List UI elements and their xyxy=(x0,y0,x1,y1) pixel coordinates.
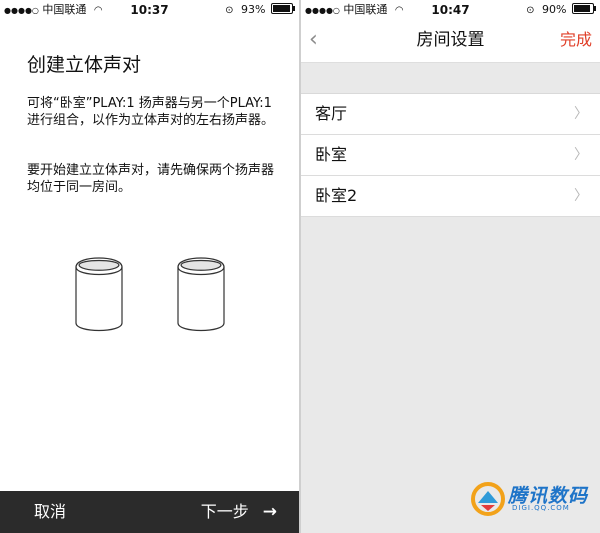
footer-bar: 取消 下一步 → xyxy=(0,491,299,533)
rotation-lock-icon: ⊙ xyxy=(225,5,234,16)
room-list: 客厅 〉 卧室 〉 卧室2 〉 xyxy=(301,93,600,217)
room-label: 卧室 xyxy=(315,145,348,164)
chevron-right-icon: 〉 xyxy=(574,147,588,163)
watermark-subtext: DIGI.QQ.COM xyxy=(512,504,570,512)
arrow-right-icon: → xyxy=(262,502,277,522)
watermark: 腾讯数码 DIGI.QQ.COM xyxy=(470,479,590,519)
battery-percent: 93% xyxy=(241,3,266,16)
page-title: 房间设置 xyxy=(416,30,485,50)
room-item-bedroom-2[interactable]: 卧室2 〉 xyxy=(301,176,600,217)
speaker-pair-illustration xyxy=(75,257,225,332)
battery-icon xyxy=(572,3,596,14)
navigation-bar: ‹ 房间设置 完成 xyxy=(301,20,600,63)
battery-icon xyxy=(271,3,295,14)
room-item-bedroom[interactable]: 卧室 〉 xyxy=(301,135,600,176)
page-title: 创建立体声对 xyxy=(27,54,142,76)
chevron-right-icon: 〉 xyxy=(574,106,588,122)
next-step-button[interactable]: 下一步 → xyxy=(201,491,277,533)
room-label: 客厅 xyxy=(315,104,348,123)
cancel-button[interactable]: 取消 xyxy=(34,491,66,533)
room-label: 卧室2 xyxy=(315,186,358,205)
room-item-living-room[interactable]: 客厅 〉 xyxy=(301,94,600,135)
rotation-lock-icon: ⊙ xyxy=(526,5,535,16)
status-bar: ●●●●○ 中国联通 ◠ 10:37 ⊙ 93% xyxy=(0,0,299,20)
tencent-digital-logo-icon xyxy=(471,482,505,516)
room-settings-screen: ●●●●○ 中国联通 ◠ 10:47 ⊙ 90% ‹ 房间设置 完成 客厅 〉 … xyxy=(301,0,600,533)
pair-instruction: 要开始建立立体声对，请先确保两个扬声器均位于同一房间。 xyxy=(27,163,275,195)
pair-description: 可将“卧室”PLAY:1 扬声器与另一个PLAY:1 进行组合，以作为立体声对的… xyxy=(27,96,275,128)
chevron-right-icon: 〉 xyxy=(574,188,588,204)
status-bar: ●●●●○ 中国联通 ◠ 10:47 ⊙ 90% xyxy=(301,0,600,20)
stereo-pair-screen: ●●●●○ 中国联通 ◠ 10:37 ⊙ 93% 创建立体声对 可将“卧室”PL… xyxy=(0,0,299,533)
done-button[interactable]: 完成 xyxy=(560,20,592,60)
speaker-icon xyxy=(177,257,225,332)
speaker-icon xyxy=(75,257,123,332)
battery-status: ⊙ 90% xyxy=(526,0,596,21)
battery-percent: 90% xyxy=(542,3,567,16)
battery-status: ⊙ 93% xyxy=(225,0,295,21)
next-step-label: 下一步 xyxy=(200,502,249,521)
